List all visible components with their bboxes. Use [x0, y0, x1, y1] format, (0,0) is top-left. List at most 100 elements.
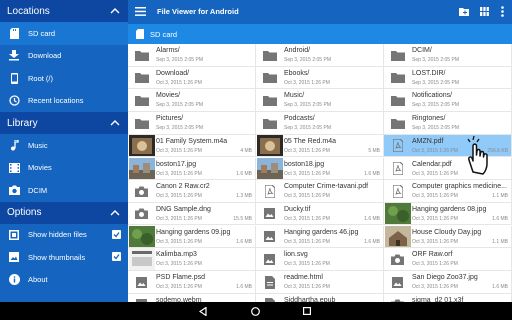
thumbnails-icon: [0, 252, 28, 263]
recents-icon[interactable]: [303, 307, 311, 315]
file-item[interactable]: Canon 2 Raw.cr2 Oct 3, 2015 1:26 PM 1.3 MB: [128, 180, 256, 203]
sidebar-item-about[interactable]: About: [0, 269, 128, 292]
file-date: Oct 3, 2015 1:26 PM: [412, 215, 458, 222]
file-size: 4 MB: [240, 147, 252, 154]
file-date: Oct 3, 2015 1:26 PM: [156, 193, 202, 200]
sidebar-item-download[interactable]: Download: [0, 45, 128, 68]
sidebar-item-root[interactable]: Root (/): [0, 67, 128, 90]
file-name: 05 The Red.m4a: [284, 137, 337, 145]
grid-view-icon[interactable]: [480, 7, 489, 16]
garden-icon: [384, 202, 411, 225]
sidebar-item-movies[interactable]: Movies: [0, 157, 128, 180]
file-item[interactable]: Download/Oct 3, 2015 1:26 PM: [128, 66, 256, 90]
pdf-icon: [256, 180, 283, 202]
folder-icon: [256, 89, 283, 111]
sidebar-item-label: DCIM: [28, 185, 48, 195]
file-item[interactable]: Pictures/Sep 3, 2015 2:05 PM: [128, 112, 256, 135]
options-header[interactable]: Options: [0, 201, 128, 224]
file-date: Oct 3, 2015 1:26 PM: [156, 79, 202, 86]
file-item[interactable]: Notifications/Sep 3, 2015 2:05 PM: [384, 89, 512, 112]
file-name: Canon 2 Raw.cr2: [156, 183, 210, 191]
file-item[interactable]: Movies/Sep 3, 2015 2:05 PM: [128, 89, 256, 112]
file-item[interactable]: sigma_d2 01.x3f: [384, 293, 512, 302]
file-item[interactable]: Android/Sep 3, 2015 2:05 PM: [256, 44, 384, 67]
show-hidden-files-checkbox[interactable]: [112, 229, 121, 239]
file-grid: Alarms/Sep 3, 2015 2:05 PM Android/Sep 3,…: [128, 44, 512, 302]
file-item[interactable]: boston17.jpg Oct 3, 2015 1:26 PM 1.6 MB: [128, 157, 256, 180]
file-item[interactable]: Kalimba.mp3 Oct 3, 2015 1:26 PM: [128, 248, 256, 271]
file-item[interactable]: Calendar.pdf Oct 3, 2015 1:26 PM: [384, 157, 512, 180]
file-date: Oct 3, 2015 1:26 PM: [284, 238, 330, 245]
file-size: 1.6 MB: [236, 238, 252, 245]
file-item[interactable]: Computer Crime-tavani.pdf Oct 3, 2015 1:2…: [256, 180, 384, 203]
file-name: Download/: [156, 69, 190, 77]
file-name: Hanging gardens 08.jpg: [412, 205, 487, 213]
new-folder-icon[interactable]: [459, 7, 469, 16]
doc-icon: [256, 294, 283, 302]
file-date: Sep 3, 2015 2:05 PM: [156, 102, 203, 109]
file-item[interactable]: Podcasts/Sep 3, 2015 2:05 PM: [256, 112, 384, 135]
file-item[interactable]: sodemo.webm: [128, 293, 256, 302]
file-item[interactable]: Computer graphics medicine... Oct 3, 2015…: [384, 180, 512, 203]
navigation-drawer: Locations SD card Download Root (/) Rece…: [0, 0, 128, 302]
file-name: Hanging gardens 46.jpg: [284, 228, 359, 236]
sidebar-item-sd-card[interactable]: SD card: [0, 22, 128, 45]
album-icon: [128, 134, 155, 157]
file-name: Music/: [284, 92, 305, 100]
file-item[interactable]: DCIM/Sep 3, 2015 2:05 PM: [384, 44, 512, 67]
file-item[interactable]: boston18.jpg Oct 3, 2015 1:26 PM 1.6 MB: [256, 157, 384, 180]
sidebar-item-label: Recent locations: [28, 96, 84, 106]
back-icon[interactable]: [199, 307, 207, 316]
file-item[interactable]: AMZN.pdf Oct 3, 2015 1:26 PM 256.6 KB: [384, 134, 512, 158]
file-item[interactable]: San Diego Zoo37.jpg Oct 3, 2015 1:26 PM 1.…: [384, 271, 512, 294]
file-item[interactable]: Alarms/Sep 3, 2015 2:05 PM: [128, 44, 256, 67]
file-date: Oct 3, 2015 1:26 PM: [412, 193, 458, 200]
file-item[interactable]: Hanging gardens 46.jpg Oct 3, 2015 1:26 P…: [256, 225, 384, 249]
file-name: San Diego Zoo37.jpg: [412, 274, 478, 281]
show-thumbnails-checkbox[interactable]: [112, 252, 121, 261]
file-name: Pictures/: [156, 115, 184, 123]
sidebar-item-music[interactable]: Music: [0, 134, 128, 157]
options-header-label: Options: [7, 207, 42, 218]
file-date: Oct 3, 2015 1:26 PM: [412, 238, 458, 245]
file-item[interactable]: PSD Flame.psd Oct 3, 2015 1:26 PM 1.6 MB: [128, 271, 256, 294]
file-item[interactable]: Ringtones/Sep 3, 2015 2:05 PM: [384, 112, 512, 135]
file-item[interactable]: House Cloudy Day.jpg Oct 3, 2015 1:26 PM 1…: [384, 225, 512, 249]
sidebar-item-dcim[interactable]: DCIM: [0, 179, 128, 202]
file-date: Oct 3, 2015 1:26 PM: [284, 261, 330, 268]
file-item[interactable]: 01 Family System.m4a Oct 3, 2015 1:26 PM 4…: [128, 134, 256, 158]
file-item[interactable]: LOST.DIR/Sep 3, 2015 2:05 PM: [384, 66, 512, 90]
phone-icon: [0, 72, 28, 84]
sidebar-item-show-thumbnails[interactable]: Show thumbnails: [0, 246, 128, 269]
file-item[interactable]: Music/Sep 3, 2015 2:05 PM: [256, 89, 384, 112]
locations-header[interactable]: Locations: [0, 0, 128, 22]
file-size: 1.6 MB: [236, 284, 252, 290]
folder-icon: [384, 67, 411, 89]
library-header[interactable]: Library: [0, 112, 128, 134]
breadcrumb-path[interactable]: SD card: [150, 30, 177, 39]
menu-icon[interactable]: [135, 7, 146, 16]
file-item[interactable]: Hanging gardens 08.jpg Oct 3, 2015 1:26 P…: [384, 202, 512, 226]
locations-header-label: Locations: [7, 5, 50, 17]
file-item[interactable]: Siddhartha.epub: [256, 293, 384, 302]
file-item[interactable]: DNG Sample.dng Oct 3, 2015 1:26 PM 15.5 MB: [128, 202, 256, 226]
file-item[interactable]: readme.html Oct 3, 2015 1:26 PM: [256, 271, 384, 294]
camera-icon: [128, 203, 155, 225]
file-item[interactable]: ORF Raw.orf Oct 3, 2015 1:26 PM: [384, 248, 512, 271]
file-item[interactable]: lion.svg Oct 3, 2015 1:26 PM: [256, 248, 384, 271]
file-item[interactable]: 05 The Red.m4a Oct 3, 2015 1:26 PM 5 MB: [256, 134, 384, 158]
system-nav-bar: [0, 302, 512, 320]
file-item[interactable]: Hanging gardens 09.jpg Oct 3, 2015 1:26 P…: [128, 225, 256, 249]
sidebar-item-show-hidden-files[interactable]: Show hidden files: [0, 224, 128, 247]
file-date: Sep 3, 2015 2:05 PM: [284, 57, 331, 63]
home-icon[interactable]: [251, 307, 260, 316]
file-item[interactable]: Ducky.tif Oct 3, 2015 1:26 PM 1.6 MB: [256, 202, 384, 226]
file-date: Oct 3, 2015 1:26 PM: [156, 147, 202, 154]
file-item[interactable]: Ebooks/Oct 3, 2015 1:26 PM: [256, 66, 384, 90]
sidebar-item-recent[interactable]: Recent locations: [0, 90, 128, 113]
overflow-menu-icon[interactable]: [501, 6, 504, 17]
file-name: 01 Family System.m4a: [156, 137, 228, 145]
hand-pointer-icon: [467, 135, 488, 175]
sidebar-item-label: SD card: [28, 28, 56, 38]
file-date: Oct 3, 2015 1:26 PM: [284, 284, 330, 290]
